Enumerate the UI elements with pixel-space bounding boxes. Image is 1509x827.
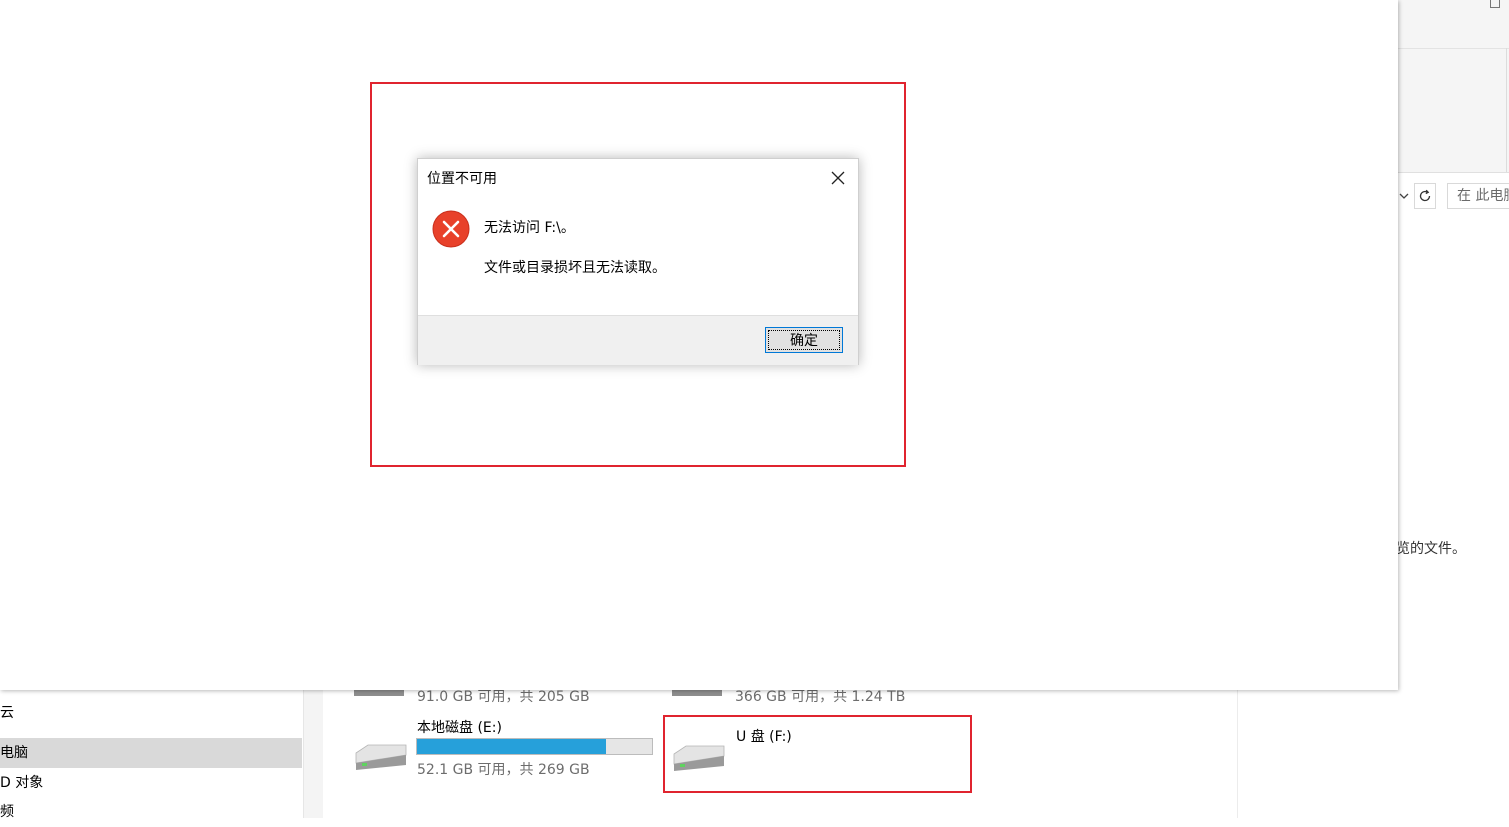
window-control-icon[interactable] bbox=[1490, 0, 1500, 8]
error-dialog: 位置不可用 无法访问 F:\。 文件或目录损坏且无法读取。 确定 bbox=[417, 158, 859, 365]
close-button[interactable] bbox=[822, 164, 854, 192]
nav-scrollbar[interactable] bbox=[304, 690, 323, 818]
preview-divider bbox=[1237, 690, 1238, 818]
drive-usage-bar bbox=[416, 738, 653, 755]
nav-item-this-pc[interactable]: 电脑 bbox=[0, 738, 302, 768]
nav-item-label: 电脑 bbox=[0, 745, 28, 761]
error-icon bbox=[432, 210, 470, 248]
nav-item-cloud[interactable]: 云 bbox=[0, 698, 302, 728]
navigation-pane: 云 电脑 D 对象 频 bbox=[0, 690, 302, 820]
chevron-down-icon[interactable] bbox=[1396, 185, 1412, 207]
ribbon-area bbox=[1398, 0, 1509, 173]
nav-item-videos[interactable]: 频 bbox=[0, 797, 302, 827]
error-message-detail: 文件或目录损坏且无法读取。 bbox=[484, 260, 666, 276]
drive-usage-fill bbox=[417, 739, 607, 754]
close-icon bbox=[831, 171, 845, 185]
refresh-button[interactable] bbox=[1414, 183, 1436, 209]
drive-tile-e[interactable]: 本地磁盘 (E:) 52.1 GB 可用，共 269 GB bbox=[352, 716, 657, 781]
drive-icon bbox=[355, 744, 407, 770]
dialog-title: 位置不可用 bbox=[427, 171, 497, 187]
drive-free-space: 52.1 GB 可用，共 269 GB bbox=[417, 762, 590, 778]
dialog-footer: 确定 bbox=[418, 315, 858, 365]
drive-name: 本地磁盘 (E:) bbox=[417, 720, 502, 736]
refresh-icon bbox=[1419, 189, 1431, 202]
search-input[interactable]: 在 此电脑 bbox=[1447, 183, 1509, 209]
highlight-box-drive bbox=[663, 715, 972, 793]
nav-item-label: 云 bbox=[0, 705, 14, 721]
ok-button[interactable]: 确定 bbox=[765, 327, 843, 353]
nav-item-label: D 对象 bbox=[0, 775, 44, 791]
ribbon-divider bbox=[1398, 48, 1509, 49]
preview-pane-hint: 览的文件。 bbox=[1396, 541, 1466, 557]
error-message-primary: 无法访问 F:\。 bbox=[484, 220, 575, 236]
nav-item-3d-objects[interactable]: D 对象 bbox=[0, 768, 302, 798]
ribbon-separator bbox=[1506, 48, 1507, 172]
